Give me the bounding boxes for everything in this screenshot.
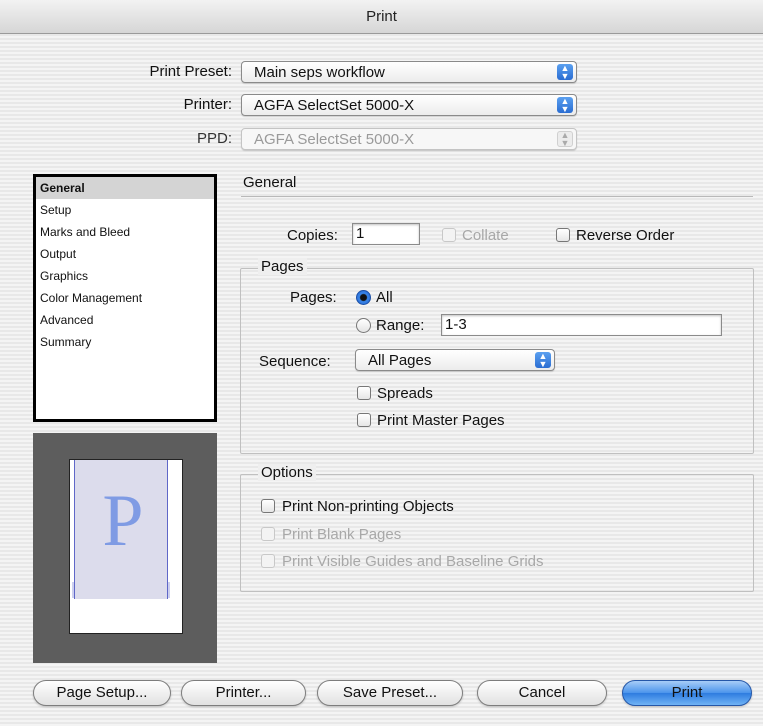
sidebar-item-setup[interactable]: Setup (36, 199, 214, 221)
print-preset-popup[interactable]: Main seps workflow ▲ ▼ (241, 61, 577, 83)
printer-button[interactable]: Printer... (181, 680, 306, 706)
print-nonprinting-checkbox[interactable] (261, 499, 275, 513)
pages-range-radio[interactable] (356, 318, 371, 333)
reverse-order-checkbox[interactable] (556, 228, 570, 242)
window-titlebar: Print (0, 0, 763, 34)
reverse-order-label[interactable]: Reverse Order (576, 227, 674, 244)
section-title-general: General (243, 174, 297, 191)
page-setup-button[interactable]: Page Setup... (33, 680, 171, 706)
printer-label: Printer: (183, 96, 232, 113)
category-list[interactable]: General Setup Marks and Bleed Output Gra… (33, 174, 217, 422)
popup-arrows-icon: ▲ ▼ (557, 97, 573, 114)
preview-paper: P (69, 459, 183, 634)
ppd-label: PPD: (196, 130, 232, 147)
options-group-title: Options (258, 464, 316, 481)
window-title: Print (366, 8, 397, 25)
preview-letter: P (102, 480, 144, 562)
copies-field[interactable]: 1 (352, 223, 420, 245)
preview-page-area: P (74, 460, 168, 599)
pages-label: Pages: (290, 289, 337, 306)
popup-arrows-icon: ▲ ▼ (557, 64, 573, 81)
print-button[interactable]: Print (622, 680, 752, 706)
print-master-pages-label[interactable]: Print Master Pages (377, 412, 505, 429)
pages-all-radio[interactable] (356, 290, 371, 305)
pages-range-label[interactable]: Range: (376, 317, 424, 334)
sidebar-item-marks-and-bleed[interactable]: Marks and Bleed (36, 221, 214, 243)
sequence-value: All Pages (368, 352, 432, 369)
printer-popup[interactable]: AGFA SelectSet 5000-X ▲ ▼ (241, 94, 577, 116)
save-preset-button[interactable]: Save Preset... (317, 680, 463, 706)
ppd-popup: AGFA SelectSet 5000-X ▲ ▼ (241, 128, 577, 150)
page-preview: P (33, 433, 217, 663)
popup-arrows-icon: ▲ ▼ (535, 352, 551, 369)
print-master-pages-checkbox[interactable] (357, 413, 371, 427)
pages-group-title: Pages (258, 258, 307, 275)
print-blank-pages-checkbox (261, 527, 275, 541)
popup-arrows-icon: ▲ ▼ (557, 131, 573, 148)
printer-value: AGFA SelectSet 5000-X (254, 97, 415, 114)
sidebar-item-graphics[interactable]: Graphics (36, 265, 214, 287)
copies-label: Copies: (287, 227, 338, 244)
spreads-label[interactable]: Spreads (377, 385, 433, 402)
print-blank-pages-label: Print Blank Pages (282, 526, 402, 543)
spreads-checkbox[interactable] (357, 386, 371, 400)
print-preset-label: Print Preset: (149, 63, 232, 80)
sequence-label: Sequence: (259, 353, 331, 370)
sidebar-item-output[interactable]: Output (36, 243, 214, 265)
sidebar-item-general[interactable]: General (36, 177, 214, 199)
print-nonprinting-label[interactable]: Print Non-printing Objects (282, 498, 454, 515)
sidebar-item-advanced[interactable]: Advanced (36, 309, 214, 331)
sidebar-item-color-management[interactable]: Color Management (36, 287, 214, 309)
collate-checkbox (442, 228, 456, 242)
cancel-button[interactable]: Cancel (477, 680, 607, 706)
sidebar-item-summary[interactable]: Summary (36, 331, 214, 353)
section-divider (241, 196, 753, 197)
pages-all-label[interactable]: All (376, 289, 393, 306)
sequence-popup[interactable]: All Pages ▲ ▼ (355, 349, 555, 371)
ppd-value: AGFA SelectSet 5000-X (254, 131, 415, 148)
print-visible-guides-checkbox (261, 554, 275, 568)
print-visible-guides-label: Print Visible Guides and Baseline Grids (282, 553, 544, 570)
pages-range-field[interactable]: 1-3 (441, 314, 722, 336)
print-preset-value: Main seps workflow (254, 64, 385, 81)
collate-label: Collate (462, 227, 509, 244)
